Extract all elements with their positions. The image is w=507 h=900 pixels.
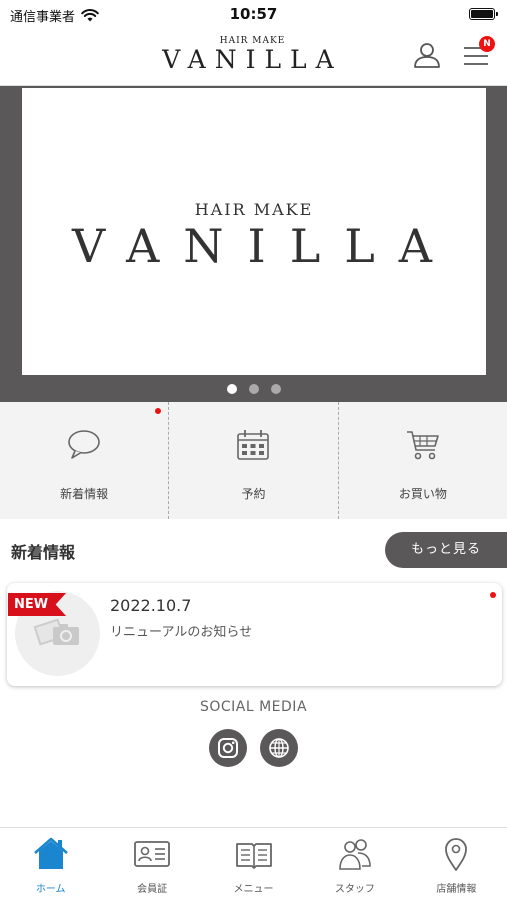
globe-icon	[269, 738, 289, 758]
carousel-indicators	[0, 384, 507, 394]
staff-icon	[339, 839, 371, 870]
quick-menu-shopping-label: お買い物	[398, 487, 447, 501]
header-logo-title: VANILLA	[162, 45, 343, 74]
news-section-title: 新着情報	[11, 543, 76, 562]
tab-home-label: ホーム	[35, 884, 66, 895]
quick-menu: 新着情報 予約 お買い物	[0, 402, 507, 519]
tab-menu-label: メニュー	[233, 884, 274, 895]
tab-staff[interactable]: スタッフ	[304, 828, 405, 900]
carousel-dot[interactable]	[248, 384, 259, 394]
status-time: 10:57	[229, 5, 278, 23]
carousel-dot[interactable]	[226, 384, 237, 394]
instagram-icon	[218, 738, 238, 758]
hero-slide[interactable]: HAIR MAKE VANILLA	[22, 88, 486, 375]
member-card-icon	[134, 841, 171, 867]
tab-store-info-label: 店舗情報	[436, 884, 477, 895]
tab-staff-label: スタッフ	[334, 884, 375, 895]
notification-badge: N	[479, 36, 495, 52]
status-bar: 通信事業者 10:57	[0, 0, 507, 30]
tab-menu[interactable]: メニュー	[203, 828, 304, 900]
hero-logo: HAIR MAKE VANILLA	[22, 200, 486, 273]
quick-menu-shopping[interactable]: お買い物	[337, 402, 507, 519]
tab-member-card-label: 会員証	[137, 884, 168, 895]
speech-bubble-icon	[68, 430, 100, 459]
bottom-tab-bar: ホーム 会員証 メニュー スタッフ 店舗情報	[0, 827, 507, 900]
battery-icon	[469, 8, 498, 20]
user-account-icon[interactable]	[412, 40, 442, 70]
book-icon	[235, 843, 272, 869]
quick-menu-news-label: 新着情報	[60, 487, 109, 501]
see-more-button[interactable]: もっと見る	[385, 532, 507, 568]
unread-indicator	[490, 592, 496, 598]
news-date: 2022.10.7	[110, 596, 192, 615]
hero-logo-title: VANILLA	[71, 219, 457, 273]
news-headline: リニューアルのお知らせ	[110, 625, 253, 640]
header-logo[interactable]: HAIR MAKE VANILLA	[150, 36, 355, 74]
calendar-icon	[237, 430, 270, 460]
quick-menu-reservation[interactable]: 予約	[168, 402, 337, 519]
cart-icon	[406, 431, 439, 460]
tab-store-info[interactable]: 店舗情報	[406, 828, 507, 900]
hero-carousel[interactable]: HAIR MAKE VANILLA	[0, 86, 507, 402]
website-button[interactable]	[260, 729, 298, 767]
news-item-card[interactable]: NEW 2022.10.7 リニューアルのお知らせ	[7, 583, 502, 686]
location-pin-icon	[445, 838, 468, 871]
home-icon	[33, 837, 68, 869]
social-media-title: SOCIAL MEDIA	[199, 699, 308, 715]
instagram-button[interactable]	[209, 729, 247, 767]
app-header: HAIR MAKE VANILLA N	[0, 30, 507, 86]
hero-logo-subtitle: HAIR MAKE	[194, 200, 314, 219]
tab-home[interactable]: ホーム	[0, 828, 101, 900]
quick-menu-reservation-label: 予約	[241, 487, 266, 501]
unread-indicator	[155, 408, 161, 414]
tab-member-card[interactable]: 会員証	[101, 828, 202, 900]
quick-menu-news[interactable]: 新着情報	[0, 402, 168, 519]
carousel-dot[interactable]	[270, 384, 281, 394]
